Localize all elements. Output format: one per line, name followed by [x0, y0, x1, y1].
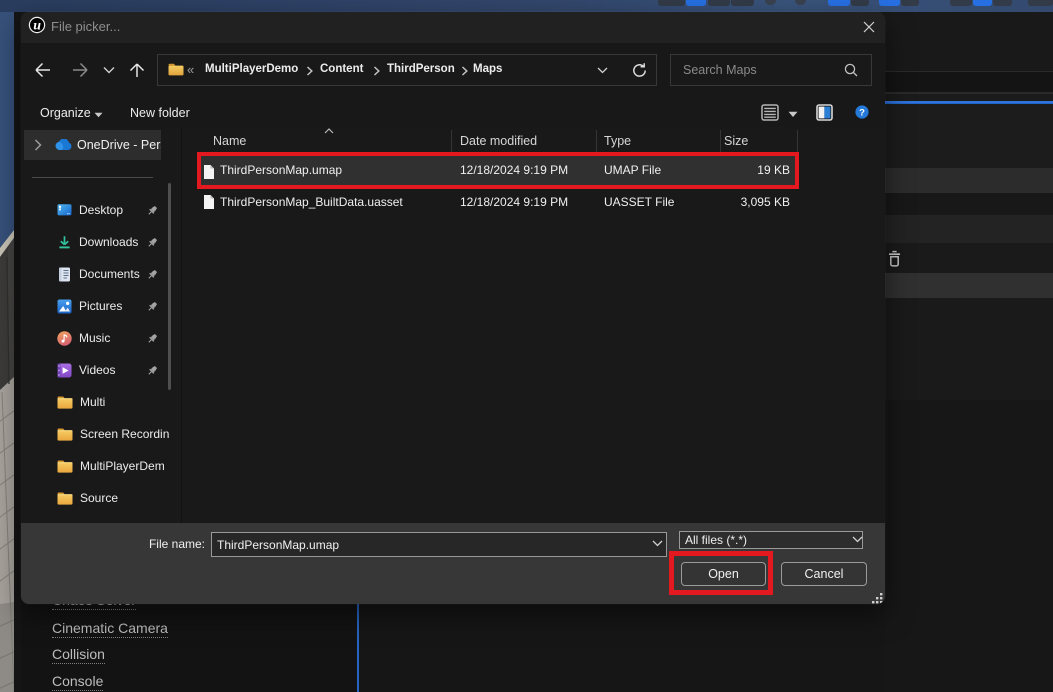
- svg-text:?: ?: [859, 107, 865, 118]
- svg-text:u: u: [33, 19, 41, 34]
